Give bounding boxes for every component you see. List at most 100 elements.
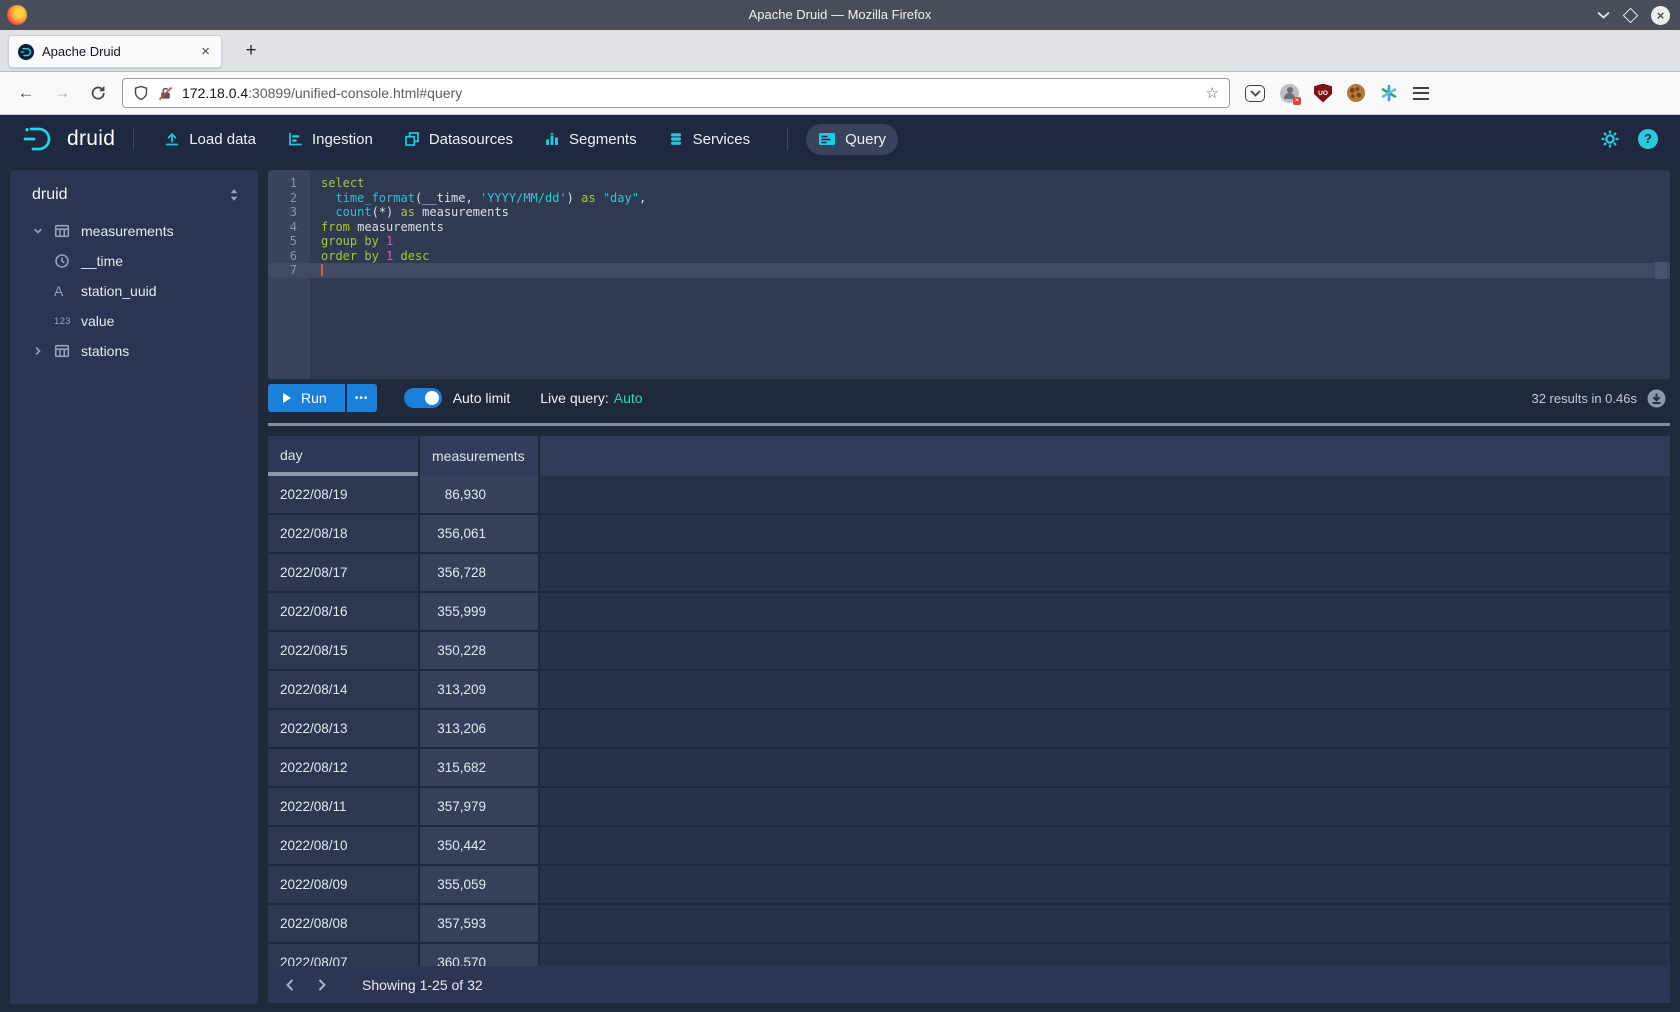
editor-line[interactable]: 5group by 1 (268, 234, 1670, 249)
cell-measurements[interactable]: 313,206 (420, 710, 538, 747)
sql-editor[interactable]: 1select2 time_format(__time, 'YYYY/MM/dd… (268, 170, 1670, 379)
play-icon (283, 393, 291, 403)
multi-account-extension-icon[interactable] (1380, 84, 1398, 102)
cell-measurements[interactable]: 356,061 (420, 515, 538, 552)
schema-column-value[interactable]: 123 value (10, 306, 258, 336)
new-tab-button[interactable]: + (236, 36, 266, 66)
cell-measurements[interactable]: 357,593 (420, 905, 538, 942)
results-info: 32 results in 0.46s (1531, 391, 1637, 406)
shield-icon[interactable] (133, 85, 149, 101)
url-bar[interactable]: 172.18.0.4:30899/unified-console.html#qu… (122, 78, 1230, 108)
schema-table-stations[interactable]: stations (10, 336, 258, 366)
cell-measurements[interactable]: 360,570 (420, 944, 538, 966)
window-maximize-button[interactable] (1623, 7, 1639, 23)
editor-scrollbar-thumb[interactable] (1655, 262, 1667, 279)
cell-measurements[interactable]: 313,209 (420, 671, 538, 708)
window-titlebar: Apache Druid — Mozilla Firefox × (0, 0, 1680, 30)
editor-line[interactable]: 3 count(*) as measurements (268, 205, 1670, 220)
editor-line[interactable]: 2 time_format(__time, 'YYYY/MM/dd') as "… (268, 191, 1670, 206)
chevron-down-icon[interactable] (32, 225, 54, 237)
schema-column-station-uuid[interactable]: A station_uuid (10, 276, 258, 306)
nav-item-load-data[interactable]: Load data (152, 124, 268, 155)
table-row[interactable]: 2022/08/15350,228 (268, 632, 1670, 669)
back-icon[interactable]: ← (8, 83, 44, 103)
insecure-lock-icon[interactable] (158, 86, 173, 101)
cell-day[interactable]: 2022/08/11 (268, 788, 418, 825)
editor-line[interactable]: 4from measurements (268, 220, 1670, 235)
line-number: 2 (268, 191, 310, 206)
nav-item-datasources[interactable]: Datasources (392, 124, 525, 155)
table-row[interactable]: 2022/08/09355,059 (268, 866, 1670, 903)
cell-day[interactable]: 2022/08/08 (268, 905, 418, 942)
editor-line[interactable]: 7 (268, 263, 1670, 278)
column-header-measurements[interactable]: measurements (420, 436, 538, 476)
cell-day[interactable]: 2022/08/10 (268, 827, 418, 864)
panel-splitter[interactable] (268, 423, 1670, 426)
next-page-icon[interactable] (306, 978, 338, 992)
menu-icon[interactable] (1413, 87, 1429, 100)
table-row[interactable]: 2022/08/08357,593 (268, 905, 1670, 942)
schema-column-time[interactable]: __time (10, 246, 258, 276)
run-more-button[interactable]: ••• (347, 384, 377, 412)
cell-day[interactable]: 2022/08/18 (268, 515, 418, 552)
url-text[interactable]: 172.18.0.4:30899/unified-console.html#qu… (182, 85, 1206, 101)
cell-day[interactable]: 2022/08/13 (268, 710, 418, 747)
chevron-right-icon[interactable] (32, 345, 54, 357)
editor-line[interactable]: 6order by 1 desc (268, 249, 1670, 264)
window-minimize-button[interactable] (1597, 11, 1610, 19)
reload-icon[interactable] (80, 85, 116, 101)
nav-item-query[interactable]: Query (806, 124, 898, 155)
cell-measurements[interactable]: 355,999 (420, 593, 538, 630)
cell-measurements[interactable]: 355,059 (420, 866, 538, 903)
live-query-value[interactable]: Auto (614, 390, 643, 406)
cell-day[interactable]: 2022/08/09 (268, 866, 418, 903)
cell-measurements[interactable]: 350,442 (420, 827, 538, 864)
table-row[interactable]: 2022/08/07360,570 (268, 944, 1670, 966)
sort-carets-icon[interactable] (226, 187, 242, 203)
cell-measurements[interactable]: 357,979 (420, 788, 538, 825)
table-row[interactable]: 2022/08/10350,442 (268, 827, 1670, 864)
prev-page-icon[interactable] (274, 978, 306, 992)
schema-table-measurements[interactable]: measurements (10, 216, 258, 246)
druid-logo[interactable]: druid (22, 125, 115, 153)
download-icon[interactable] (1647, 389, 1666, 408)
cell-day[interactable]: 2022/08/14 (268, 671, 418, 708)
table-row[interactable]: 2022/08/17356,728 (268, 554, 1670, 591)
table-row[interactable]: 2022/08/16355,999 (268, 593, 1670, 630)
table-row[interactable]: 2022/08/1986,930 (268, 476, 1670, 513)
cell-day[interactable]: 2022/08/12 (268, 749, 418, 786)
window-close-button[interactable]: × (1651, 6, 1670, 25)
run-button[interactable]: Run (268, 384, 345, 412)
editor-line[interactable]: 1select (268, 176, 1670, 191)
privacy-extension-icon[interactable]: ✕ (1280, 84, 1299, 103)
table-row[interactable]: 2022/08/18356,061 (268, 515, 1670, 552)
pocket-icon[interactable] (1245, 85, 1265, 102)
cell-day[interactable]: 2022/08/07 (268, 944, 418, 966)
cell-measurements[interactable]: 356,728 (420, 554, 538, 591)
cell-day[interactable]: 2022/08/16 (268, 593, 418, 630)
nav-item-ingestion[interactable]: Ingestion (275, 124, 385, 155)
cell-day[interactable]: 2022/08/19 (268, 476, 418, 513)
cell-day[interactable]: 2022/08/17 (268, 554, 418, 591)
nav-item-segments[interactable]: Segments (532, 124, 649, 155)
table-row[interactable]: 2022/08/14313,209 (268, 671, 1670, 708)
editor-lines[interactable]: 1select2 time_format(__time, 'YYYY/MM/dd… (268, 170, 1670, 278)
forward-icon[interactable]: → (44, 83, 80, 103)
cell-measurements[interactable]: 86,930 (420, 476, 538, 513)
cell-measurements[interactable]: 350,228 (420, 632, 538, 669)
browser-tab[interactable]: Apache Druid × (8, 35, 222, 68)
table-row[interactable]: 2022/08/13313,206 (268, 710, 1670, 747)
nav-item-services[interactable]: Services (656, 124, 763, 155)
column-header-day[interactable]: day (268, 436, 418, 476)
cell-day[interactable]: 2022/08/15 (268, 632, 418, 669)
ublock-extension-icon[interactable]: UO (1314, 84, 1332, 103)
settings-gear-icon[interactable] (1600, 129, 1620, 149)
auto-limit-toggle[interactable] (404, 388, 442, 408)
cell-measurements[interactable]: 315,682 (420, 749, 538, 786)
cookie-extension-icon[interactable] (1347, 84, 1365, 102)
tab-close-icon[interactable]: × (199, 43, 212, 60)
bookmark-star-icon[interactable]: ☆ (1206, 84, 1219, 102)
table-row[interactable]: 2022/08/12315,682 (268, 749, 1670, 786)
table-row[interactable]: 2022/08/11357,979 (268, 788, 1670, 825)
help-icon[interactable]: ? (1638, 129, 1658, 149)
